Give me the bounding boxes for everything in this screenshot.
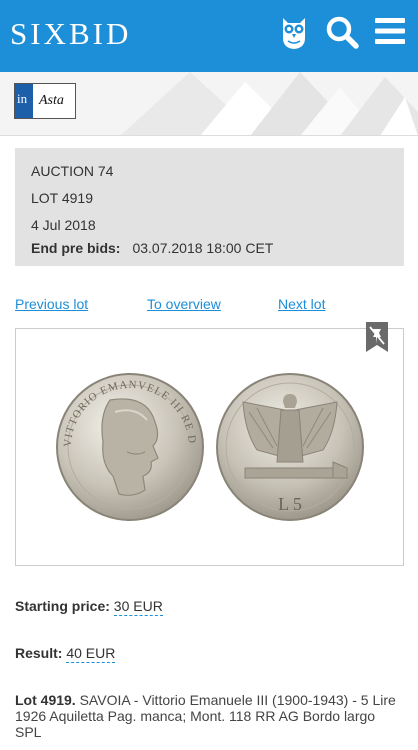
lot-description: Lot 4919. SAVOIA - Vittorio Emanuele III… xyxy=(15,692,400,740)
auction-date: 4 Jul 2018 xyxy=(31,217,96,233)
reverse-legend: L 5 xyxy=(278,494,302,514)
bookmark-off-icon[interactable] xyxy=(366,322,388,352)
auction-house-logo[interactable]: in Asta xyxy=(14,83,76,119)
brand-logo[interactable]: SIXBID xyxy=(10,16,131,52)
logo-text-asta: Asta xyxy=(39,93,64,108)
top-bar: SIXBID xyxy=(0,0,418,72)
overview-link[interactable]: To overview xyxy=(147,296,221,312)
coin-obverse: VITTORIO EMANVELE III RE D ITALIA xyxy=(55,372,204,521)
coin-images[interactable]: VITTORIO EMANVELE III RE D ITALIA L 5 xyxy=(55,372,365,522)
starting-price-value[interactable]: 30 EUR xyxy=(113,598,163,616)
previous-lot-link[interactable]: Previous lot xyxy=(15,296,88,312)
lot-description-number: Lot 4919. xyxy=(15,692,76,708)
lot-number: LOT 4919 xyxy=(31,190,94,206)
menu-icon[interactable] xyxy=(375,17,405,45)
auction-name: AUCTION 74 xyxy=(31,163,114,179)
starting-price: Starting price: 30 EUR xyxy=(15,598,163,616)
next-lot-link[interactable]: Next lot xyxy=(278,296,325,312)
result-value[interactable]: 40 EUR xyxy=(66,645,116,663)
search-icon[interactable] xyxy=(325,15,359,49)
end-pre-bids-label: End pre bids: xyxy=(31,240,121,256)
result-label: Result: xyxy=(15,645,63,661)
result-price: Result: 40 EUR xyxy=(15,645,116,663)
owl-icon[interactable] xyxy=(279,12,309,50)
end-pre-bids-value: 03.07.2018 18:00 CET xyxy=(132,240,274,256)
auction-info-box: AUCTION 74 LOT 4919 4 Jul 2018 End pre b… xyxy=(15,148,404,266)
coin-reverse: L 5 xyxy=(216,373,364,521)
starting-price-label: Starting price: xyxy=(15,598,110,614)
end-pre-bids: End pre bids: 03.07.2018 18:00 CET xyxy=(31,240,273,256)
logo-text-in: in xyxy=(17,91,28,106)
